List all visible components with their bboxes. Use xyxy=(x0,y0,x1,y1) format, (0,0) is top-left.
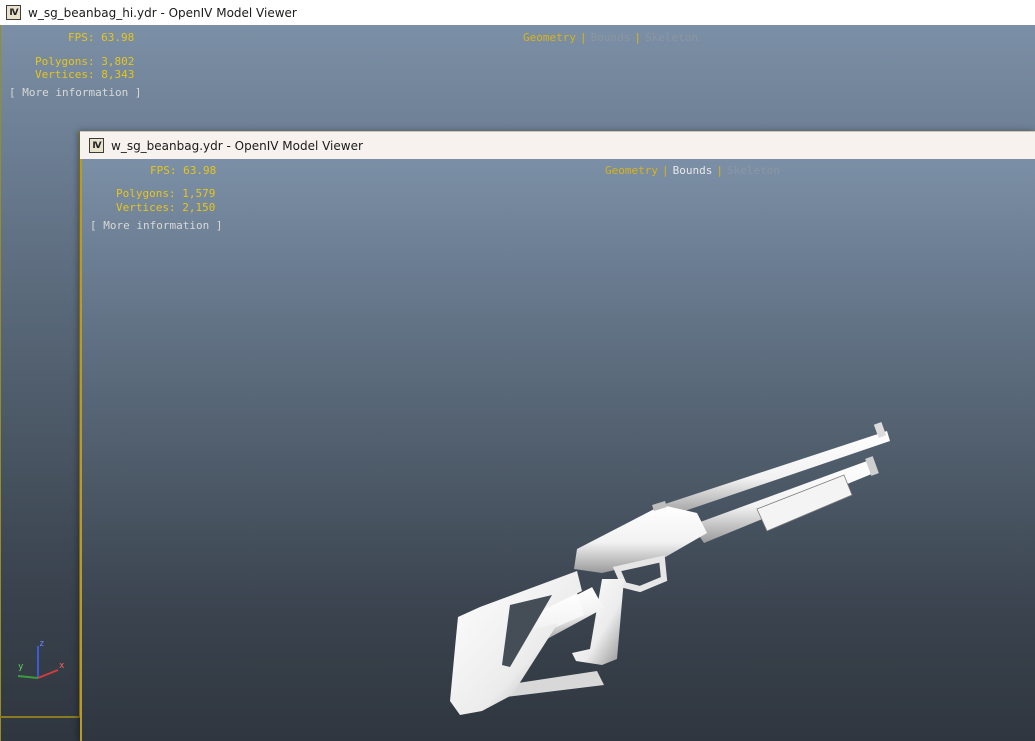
mode-separator: | xyxy=(579,31,587,44)
axis-z-label: z xyxy=(39,639,44,649)
back-mode-bounds[interactable]: Bounds xyxy=(591,31,631,44)
mode-separator: | xyxy=(634,31,641,44)
axis-gizmo-icon: z y x xyxy=(17,639,65,679)
front-vertices-count: Vertices: 2,150 xyxy=(116,201,216,214)
openiv-app-icon: IV xyxy=(6,5,21,20)
back-mode-skeleton[interactable]: Skeleton xyxy=(645,31,698,44)
front-mode-geometry[interactable]: Geometry xyxy=(605,164,658,177)
mode-separator: | xyxy=(716,164,723,177)
front-mode-skeleton[interactable]: Skeleton xyxy=(727,164,780,177)
shotgun-model[interactable] xyxy=(362,409,902,719)
back-vertices-count: Vertices: 8,343 xyxy=(35,68,135,81)
mode-separator: | xyxy=(661,164,669,177)
back-window-bottom-edge xyxy=(0,716,80,718)
front-view-mode-switch: Geometry | Bounds | Skeleton xyxy=(605,164,780,177)
openiv-app-icon: IV xyxy=(89,138,104,153)
back-polygons-count: Polygons: 3,802 xyxy=(35,55,135,68)
front-polygons-count: Polygons: 1,579 xyxy=(116,187,216,200)
front-more-information-link[interactable]: [ More information ] xyxy=(90,219,222,232)
front-3d-viewport[interactable]: FPS: 63.98 Polygons: 1,579 Vertices: 2,1… xyxy=(80,159,1035,741)
axis-y-label: y xyxy=(18,662,24,672)
back-more-information-link[interactable]: [ More information ] xyxy=(9,86,141,99)
back-window-title: w_sg_beanbag_hi.ydr - OpenIV Model Viewe… xyxy=(28,5,297,20)
front-model-viewer-window[interactable]: IV w_sg_beanbag.ydr - OpenIV Model Viewe… xyxy=(80,131,1035,741)
axis-x-label: x xyxy=(59,661,65,671)
front-fps-readout: FPS: 63.98 xyxy=(150,164,217,177)
back-window-titlebar[interactable]: IV w_sg_beanbag_hi.ydr - OpenIV Model Vi… xyxy=(0,0,1035,25)
front-window-titlebar[interactable]: IV w_sg_beanbag.ydr - OpenIV Model Viewe… xyxy=(80,131,1035,159)
back-fps-readout: FPS: 63.98 xyxy=(68,31,135,44)
front-mode-bounds[interactable]: Bounds xyxy=(673,164,713,177)
front-window-title: w_sg_beanbag.ydr - OpenIV Model Viewer xyxy=(111,138,363,153)
back-mode-geometry[interactable]: Geometry xyxy=(523,31,576,44)
back-view-mode-switch: Geometry | Bounds | Skeleton xyxy=(523,31,698,44)
